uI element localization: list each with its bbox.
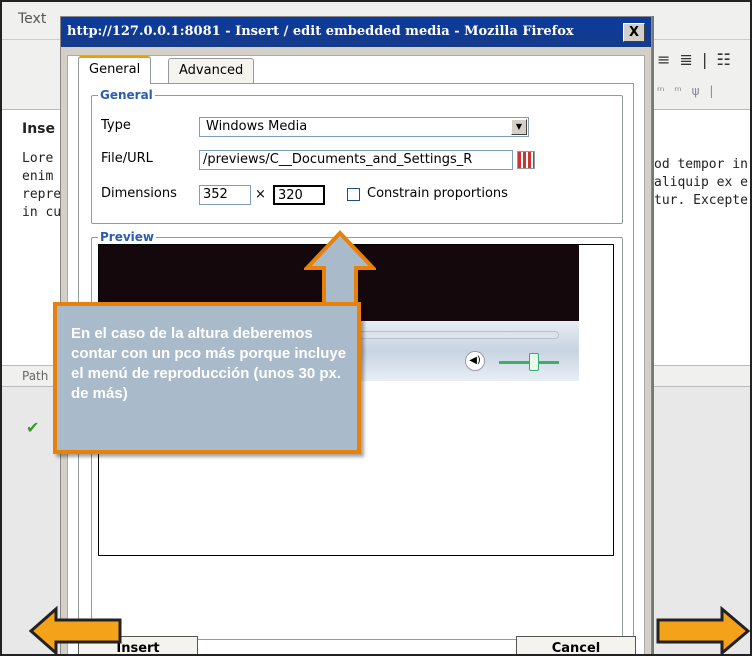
url-label: File/URL [101, 151, 153, 166]
browse-icon[interactable] [517, 151, 535, 169]
editor-tab-label[interactable]: Text [18, 11, 46, 27]
chevron-down-icon[interactable]: ▼ [511, 119, 527, 135]
tab-general[interactable]: General [78, 56, 152, 84]
checkmark-icon: ✔ [26, 418, 40, 437]
up-arrow-annotation [304, 230, 376, 308]
volume-knob[interactable] [529, 353, 539, 371]
align-list-icons[interactable]: ≡ ≣ | ☷ [657, 50, 733, 69]
times-sign: × [255, 187, 266, 202]
url-input[interactable]: /previews/C__Documents_and_Settings_R [199, 150, 513, 170]
type-label: Type [101, 118, 131, 133]
callout-box: En el caso de la altura deberemos contar… [53, 302, 361, 454]
volume-icon[interactable]: ◀) [465, 351, 485, 371]
preview-legend: Preview [100, 230, 155, 244]
editor-text-right: od tempor in aliquip ex e tur. Excepte [654, 156, 750, 210]
screenshot-frame: Text ≡ ≣ | ☷ ᵐ ᵐ ψ | Inse Lore enim repr… [0, 0, 752, 656]
constrain-checkbox[interactable] [347, 188, 360, 201]
callout-text: En el caso de la altura deberemos contar… [71, 325, 347, 402]
format-icons[interactable]: ᵐ ᵐ ψ | [657, 84, 716, 98]
general-legend: General [100, 88, 153, 102]
width-input[interactable]: 352 [199, 185, 251, 205]
dimensions-label: Dimensions [101, 186, 177, 201]
dialog-title: http://127.0.0.1:8081 - Insert / edit em… [67, 24, 574, 39]
dialog-titlebar[interactable]: http://127.0.0.1:8081 - Insert / edit em… [61, 17, 651, 47]
constrain-label: Constrain proportions [367, 186, 508, 201]
type-value: Windows Media [206, 119, 308, 134]
next-arrow-icon[interactable] [654, 606, 752, 656]
prev-arrow-icon[interactable] [28, 606, 124, 656]
editor-line: od tempor in [654, 157, 748, 172]
path-label: Path [22, 369, 49, 383]
type-select[interactable]: Windows Media ▼ [199, 117, 529, 137]
close-button[interactable]: X [623, 23, 645, 42]
height-input[interactable]: 320 [273, 185, 325, 205]
editor-line: aliquip ex e [654, 175, 748, 190]
editor-line: tur. Excepte [654, 193, 748, 208]
cancel-button[interactable]: Cancel [516, 636, 636, 654]
tab-advanced[interactable]: Advanced [168, 58, 255, 84]
